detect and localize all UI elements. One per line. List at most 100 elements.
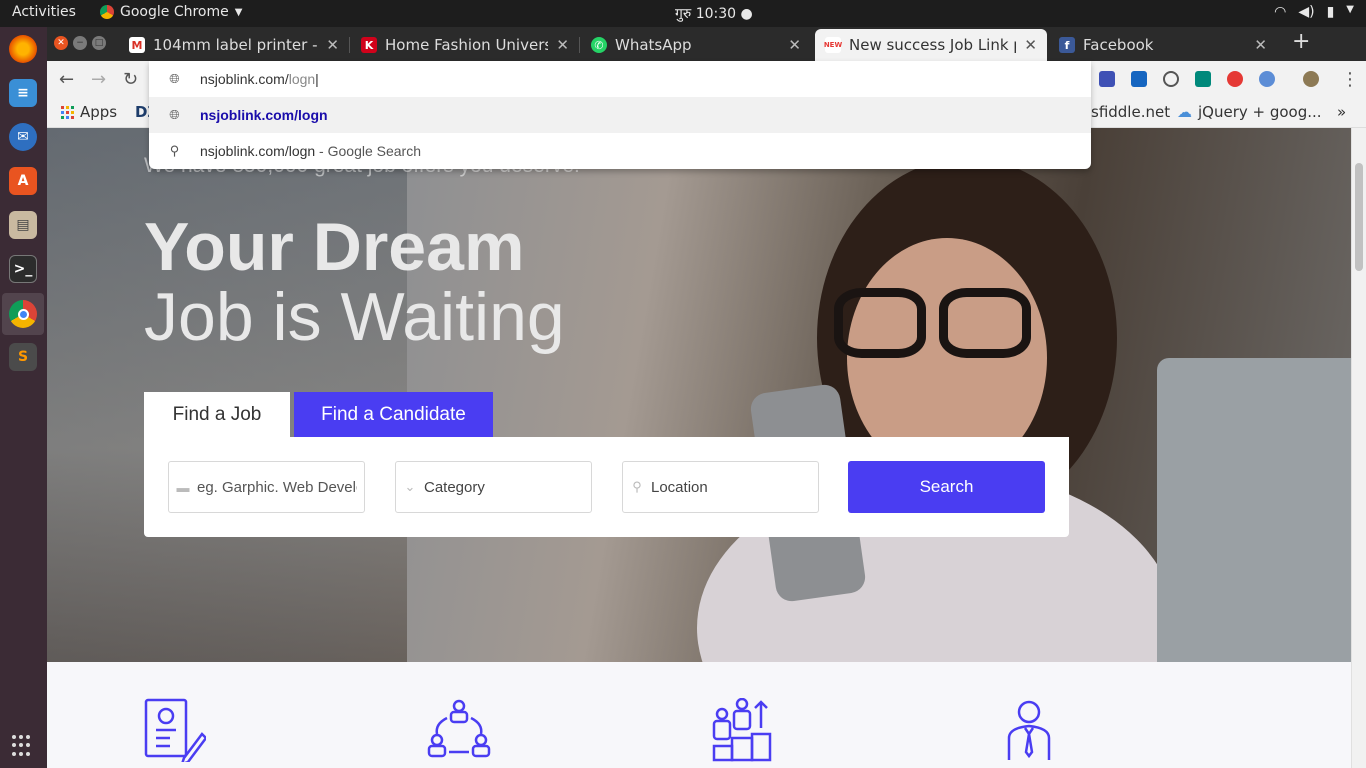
bookmark-jquery[interactable]: ☁ jQuery + goog...	[1177, 103, 1322, 121]
terminal-icon[interactable]: >_	[9, 255, 37, 283]
suggestion-suffix: - Google Search	[315, 143, 422, 159]
whatsapp-icon: ✆	[591, 37, 607, 53]
search-icon: ⚲	[169, 143, 180, 158]
employee-icon	[1007, 700, 1051, 760]
thunderbird-icon[interactable]: ✉	[9, 123, 37, 151]
tab-title: Home Fashion University	[385, 36, 549, 54]
tab-title: 104mm label printer - kaj	[153, 36, 318, 54]
globe-icon: 🌐︎	[169, 107, 180, 122]
omnibox-suggestion-url[interactable]: 🌐︎ nsjoblink.com/logn	[149, 97, 1091, 133]
address-input[interactable]: nsjoblink.com/logn|	[200, 71, 319, 87]
activities-button[interactable]: Activities	[12, 4, 76, 20]
sublime-icon[interactable]: S	[9, 343, 37, 371]
keyword-input[interactable]	[197, 478, 357, 496]
search-button[interactable]: Search	[848, 461, 1045, 513]
close-tab-icon[interactable]: ✕	[556, 36, 569, 54]
category-select[interactable]: ⌄ Category	[395, 461, 592, 513]
text-editor-icon[interactable]: ≡	[9, 79, 37, 107]
chevron-down-icon: ▼	[234, 6, 243, 18]
tab-gmail[interactable]: M 104mm label printer - kaj ✕	[119, 29, 349, 61]
tab-divider	[349, 37, 350, 53]
tab-find-a-job[interactable]: Find a Job	[144, 392, 290, 438]
tab-find-a-candidate[interactable]: Find a Candidate	[294, 392, 493, 438]
tab-facebook[interactable]: f Facebook ✕	[1049, 29, 1277, 61]
location-placeholder: Location	[651, 478, 708, 496]
close-tab-icon[interactable]: ✕	[1024, 36, 1037, 54]
files-icon[interactable]: ▤	[9, 211, 37, 239]
chevron-down-icon: ⌄	[404, 479, 416, 494]
gmail-icon: M	[129, 37, 145, 53]
suggestion-query: nsjoblink.com/logn	[200, 143, 316, 159]
tab-whatsapp[interactable]: ✆ WhatsApp ✕	[581, 29, 811, 61]
software-center-icon[interactable]: A	[9, 167, 37, 195]
bookmark-jsfiddle[interactable]: sfiddle.net	[1091, 103, 1170, 121]
menu-icon[interactable]: ⋮	[1341, 69, 1359, 90]
bookmark-apps[interactable]: Apps	[61, 103, 117, 121]
back-button[interactable]: ←	[59, 69, 74, 90]
k-icon: K	[361, 37, 377, 53]
typed-text: nsjoblink.com/	[200, 71, 289, 87]
maximize-window-button[interactable]: □	[92, 36, 106, 50]
notification-dot-icon: ●	[740, 6, 753, 22]
tab-home-fashion[interactable]: K Home Fashion University ✕	[351, 29, 579, 61]
close-window-button[interactable]: ✕	[54, 36, 68, 50]
bookmark-label: Apps	[80, 103, 118, 121]
scrollbar-thumb[interactable]	[1355, 163, 1363, 271]
volume-icon[interactable]: ◀)	[1298, 4, 1314, 20]
omnibox-input-row[interactable]: 🌐︎ nsjoblink.com/logn|	[149, 61, 1091, 97]
forward-button[interactable]: →	[91, 69, 106, 90]
tab-title: WhatsApp	[615, 36, 692, 54]
app-menu[interactable]: Google Chrome ▼	[100, 4, 242, 20]
extension-icon-4[interactable]	[1195, 71, 1211, 87]
briefcase-icon: ▬	[176, 479, 190, 495]
cloud-icon: ☁	[1177, 103, 1192, 121]
show-applications-icon[interactable]	[12, 735, 34, 757]
bookmark-label: jQuery + goog...	[1198, 103, 1322, 121]
app-name-label: Google Chrome	[120, 4, 229, 20]
job-search-form: ▬ ⌄ Category ⚲ Location Search	[144, 437, 1069, 537]
globe-icon: 🌐︎	[169, 71, 180, 86]
text-cursor: |	[315, 71, 319, 87]
location-field[interactable]: ⚲ Location	[622, 461, 819, 513]
tab-strip: ✕ − □ M 104mm label printer - kaj ✕ K Ho…	[47, 27, 1366, 61]
chrome-icon[interactable]	[9, 300, 37, 328]
hero-title-line1: Your Dream	[144, 209, 525, 285]
bookmark-label: sfiddle.net	[1091, 103, 1171, 121]
page-scrollbar[interactable]	[1351, 128, 1366, 768]
network-icon	[427, 699, 491, 758]
omnibox-suggestion-search[interactable]: ⚲ nsjoblink.com/logn - Google Search	[149, 133, 1091, 169]
close-tab-icon[interactable]: ✕	[788, 36, 801, 54]
omnibox-dropdown: 🌐︎ nsjoblink.com/logn| 🌐︎ nsjoblink.com/…	[149, 61, 1091, 169]
clock-label: गुरु 10:30	[675, 6, 737, 22]
newsuccess-icon: NEW	[824, 37, 842, 53]
category-placeholder: Category	[424, 478, 485, 496]
resume-icon	[144, 698, 206, 762]
hero-title-line2: Job is Waiting	[144, 279, 565, 355]
reload-button[interactable]: ↻	[123, 69, 138, 90]
clock[interactable]: गुरु 10:30 ●	[675, 4, 753, 23]
close-tab-icon[interactable]: ✕	[1254, 36, 1267, 54]
hero-photo-glasses-right	[939, 288, 1031, 358]
firefox-icon[interactable]	[9, 35, 37, 63]
extension-icon-2[interactable]	[1131, 71, 1147, 87]
keyword-field[interactable]: ▬	[168, 461, 365, 513]
extension-icon-6[interactable]	[1259, 71, 1275, 87]
wifi-icon[interactable]: ◠	[1274, 4, 1286, 20]
tab-new-success-job-link[interactable]: NEW New success Job Link po ✕	[815, 29, 1047, 61]
new-tab-button[interactable]: +	[1292, 29, 1310, 54]
tab-title: Facebook	[1083, 36, 1154, 54]
career-growth-icon	[712, 698, 772, 762]
bookmarks-overflow-icon[interactable]: »	[1337, 103, 1346, 121]
dock: ≡ ✉ A ▤ >_ S	[0, 27, 47, 768]
chevron-down-icon[interactable]: ▼	[1346, 4, 1354, 20]
extension-icon-1[interactable]	[1099, 71, 1115, 87]
minimize-window-button[interactable]: −	[73, 36, 87, 50]
profile-avatar[interactable]	[1303, 71, 1319, 87]
apps-grid-icon	[61, 105, 74, 119]
system-tray[interactable]: ◠ ◀) ▮ ▼	[1274, 4, 1354, 20]
extension-icon-3[interactable]	[1163, 71, 1179, 87]
close-tab-icon[interactable]: ✕	[326, 36, 339, 54]
extension-icon-5[interactable]	[1227, 71, 1243, 87]
tab-divider	[579, 37, 580, 53]
battery-icon[interactable]: ▮	[1327, 4, 1335, 20]
